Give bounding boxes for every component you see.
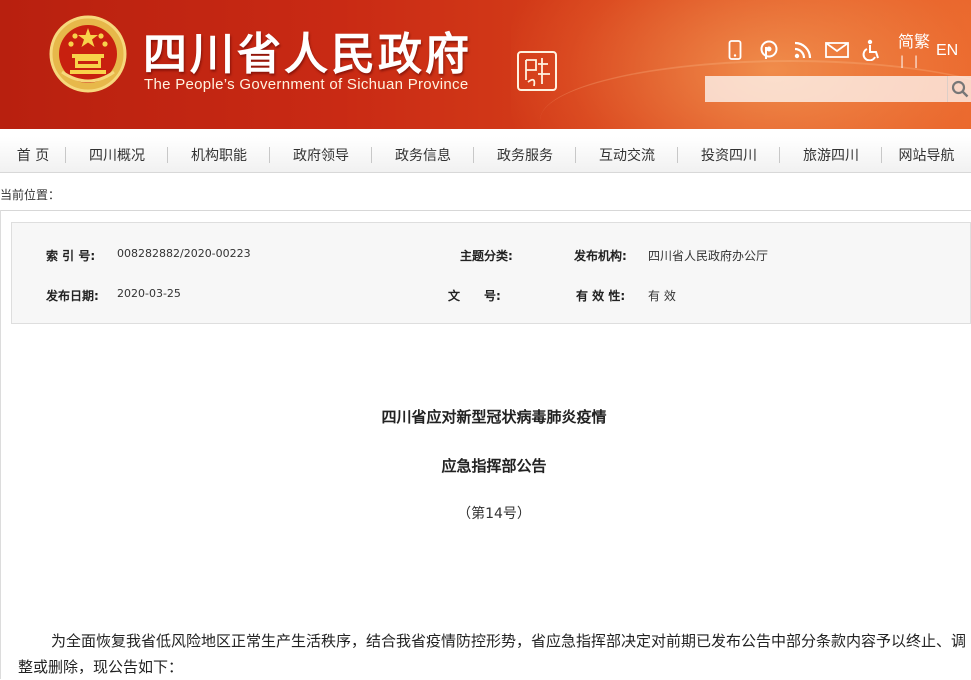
main-navigation: 首 页 四川概况 机构职能 政府领导 政务信息 政务服务 互动交流 投资四川 旅…	[0, 137, 971, 173]
nav-item-leaders[interactable]: 政府领导	[270, 137, 372, 173]
index-label: 索 引 号:	[46, 249, 96, 263]
simplified-traditional-switch[interactable]: 简繁 ||	[896, 33, 932, 70]
document-metadata: 索 引 号: 008282882/2020-00223 主题分类: 发布机构: …	[11, 222, 971, 324]
nav-item-overview[interactable]: 四川概况	[66, 137, 168, 173]
breadcrumb: 当前位置：	[0, 188, 61, 202]
article-body: 为全面恢复我省低风险地区正常生产生活秩序，结合我省疫情防控形势，省应急指挥部决定…	[18, 632, 967, 676]
nav-item-functions[interactable]: 机构职能	[168, 137, 270, 173]
nav-item-home[interactable]: 首 页	[0, 137, 66, 173]
article-title-line1: 四川省应对新型冠状病毒肺炎疫情	[381, 408, 607, 426]
accessibility-icon[interactable]	[854, 36, 888, 64]
site-header: 四川省人民政府 The People’s Government of Sichu…	[0, 0, 971, 129]
nav-item-interaction[interactable]: 互动交流	[576, 137, 678, 173]
nav-item-tourism[interactable]: 旅游四川	[780, 137, 882, 173]
rss-icon[interactable]	[786, 36, 820, 64]
seal-logo	[516, 50, 558, 92]
search-box	[705, 76, 971, 102]
national-emblem-logo[interactable]	[48, 14, 128, 94]
search-input[interactable]	[705, 76, 947, 102]
publisher-label: 发布机构:	[574, 249, 627, 263]
mobile-icon[interactable]	[718, 36, 752, 64]
index-value: 008282882/2020-00223	[117, 247, 251, 260]
topic-label: 主题分类:	[460, 249, 513, 263]
date-value: 2020-03-25	[117, 287, 181, 300]
lang-cn-label: 简繁	[897, 32, 930, 51]
article-number: （第14号）	[457, 506, 531, 522]
article-title-line2: 应急指挥部公告	[441, 457, 547, 475]
date-label: 发布日期:	[46, 289, 99, 303]
header-toolbar	[718, 36, 888, 64]
validity-label: 有 效 性:	[576, 289, 626, 303]
validity-value: 有 效	[648, 289, 676, 303]
docno-label: 文 号:	[448, 289, 501, 303]
nav-item-sitemap[interactable]: 网站导航	[882, 137, 971, 173]
mail-icon[interactable]	[820, 36, 854, 64]
site-subtitle-english: The People’s Government of Sichuan Provi…	[144, 76, 469, 93]
search-icon	[951, 80, 968, 98]
search-button[interactable]	[947, 76, 971, 102]
nav-item-news[interactable]: 政务信息	[372, 137, 474, 173]
english-link[interactable]: EN	[936, 42, 958, 60]
publisher-value: 四川省人民政府办公厅	[648, 249, 769, 263]
site-title: 四川省人民政府	[143, 29, 472, 80]
nav-item-services[interactable]: 政务服务	[474, 137, 576, 173]
nav-item-investment[interactable]: 投资四川	[678, 137, 780, 173]
lang-cn-separators: ||	[899, 54, 929, 68]
weibo-icon[interactable]	[752, 36, 786, 64]
